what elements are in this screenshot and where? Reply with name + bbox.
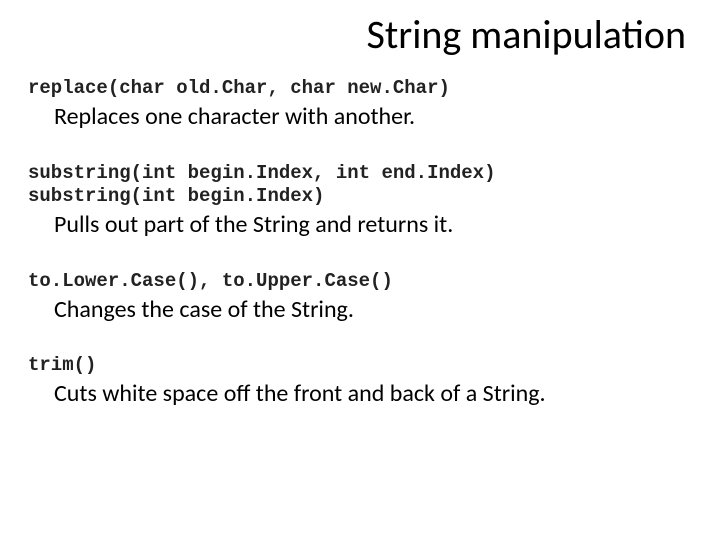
code-line: to.Lower.Case(), to.Upper.Case() (28, 270, 692, 294)
description: Changes the case of the String. (54, 296, 692, 325)
section-substring: substring(int begin.Index, int end.Index… (28, 162, 692, 240)
code-line: substring(int begin.Index, int end.Index… (28, 162, 692, 186)
section-replace: replace(char old.Char, char new.Char) Re… (28, 77, 692, 132)
code-line: trim() (28, 354, 692, 378)
description: Cuts white space off the front and back … (54, 380, 692, 409)
description: Replaces one character with another. (54, 103, 692, 132)
description: Pulls out part of the String and returns… (54, 211, 692, 240)
code-line: replace(char old.Char, char new.Char) (28, 77, 692, 101)
slide: String manipulation replace(char old.Cha… (0, 0, 720, 409)
section-case: to.Lower.Case(), to.Upper.Case() Changes… (28, 270, 692, 325)
page-title: String manipulation (28, 10, 692, 59)
section-trim: trim() Cuts white space off the front an… (28, 354, 692, 409)
code-line: substring(int begin.Index) (28, 185, 692, 209)
